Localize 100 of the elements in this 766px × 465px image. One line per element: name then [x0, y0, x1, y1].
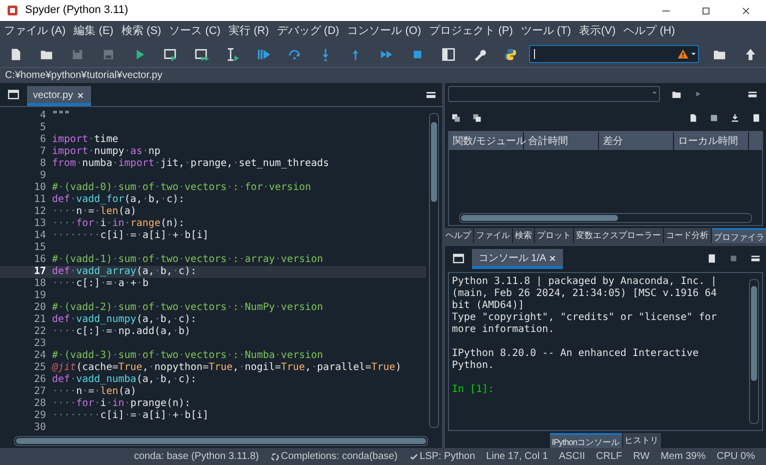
- console-text: Python 3.11.8 | packaged by Anaconda, Inc. |: [452, 276, 717, 287]
- pane-tab[interactable]: コード分析: [664, 228, 711, 243]
- console-text: (main, Feb 26 2024, 21:34:05) [MSC v.1916 64: [452, 288, 717, 299]
- line-number: 16: [32, 254, 47, 266]
- code-line: """: [52, 110, 70, 122]
- code-line: #·(vadd-2)·sum·of·two·vectors·:·NumPy·version: [52, 302, 324, 314]
- menu-item[interactable]: 表示(V): [574, 22, 620, 40]
- pane-tab[interactable]: 変数エクスプローラー: [574, 228, 664, 243]
- line-number: 6: [38, 134, 47, 146]
- line-number: 12: [32, 206, 47, 218]
- menu-item[interactable]: ソース (C): [165, 22, 225, 40]
- status-text: CPU 0%: [716, 450, 755, 464]
- console-text: bit (AMD64)]: [452, 300, 524, 311]
- line-number: 20: [32, 302, 47, 314]
- scrollbar[interactable]: [14, 436, 428, 446]
- pane-tab[interactable]: ファイル: [474, 228, 512, 243]
- line-number: 7: [38, 146, 47, 158]
- column-header[interactable]: 関数/モジュール: [449, 132, 524, 150]
- expand-icon[interactable]: [450, 113, 461, 123]
- menu-item[interactable]: ヘルプ (H): [620, 22, 679, 40]
- spinner-icon: [270, 452, 280, 462]
- menu-item[interactable]: 実行 (R): [224, 22, 273, 40]
- code-line: import·numpy·as·np: [52, 146, 160, 158]
- console-text: more information.: [452, 324, 554, 335]
- scrollbar[interactable]: [459, 213, 752, 223]
- menu-item[interactable]: デバッグ (D): [272, 22, 344, 40]
- run-cell-advance-icon[interactable]: [194, 46, 209, 62]
- column-header[interactable]: 差分: [599, 132, 674, 150]
- line-number: 8: [38, 158, 47, 170]
- status-text: Mem 39%: [660, 450, 706, 464]
- code-line: ····n·=·len(a): [52, 206, 136, 218]
- file-path: C:¥home¥python¥tutorial¥vector.py: [5, 69, 162, 83]
- pane-tab[interactable]: ヘルプ: [445, 228, 474, 243]
- line-number: 15: [32, 242, 47, 254]
- line-number: 21: [32, 314, 47, 326]
- file-icon[interactable]: [688, 113, 698, 123]
- scrollbar[interactable]: [749, 279, 760, 424]
- line-number: 18: [32, 278, 47, 290]
- menu-item[interactable]: プロジェクト (P): [425, 22, 517, 40]
- code-line: def·vadd_numpy(a,·b,·c):: [52, 314, 197, 326]
- editor-tab[interactable]: vector.py: [27, 86, 91, 106]
- code-line: ····c[:]·=·a·+·b: [52, 278, 148, 290]
- code-line: #·(vadd-0)·sum·of·two·vectors·:·for·version: [52, 182, 312, 194]
- app-icon: [6, 4, 19, 17]
- pane-tab[interactable]: プロット: [535, 228, 574, 243]
- close-icon[interactable]: [548, 254, 558, 263]
- window-icon[interactable]: [7, 88, 20, 101]
- code-line: ····c[:]·=·np.add(a,·b): [52, 326, 191, 338]
- console-text: IPython 8.20.0 -- An enhanced Interactive: [452, 348, 699, 359]
- pane-tab[interactable]: 検索: [513, 228, 534, 243]
- check-icon: [408, 452, 419, 462]
- line-number: 4: [38, 110, 47, 122]
- status-text: Completions: conda(base): [280, 450, 398, 464]
- python-logo-icon[interactable]: [503, 46, 518, 62]
- code-line: def·vadd_array(a,·b,·c):: [52, 266, 197, 278]
- maximize-button[interactable]: [700, 4, 712, 16]
- line-number: 27: [32, 386, 47, 398]
- menu-icon[interactable]: [750, 253, 760, 264]
- line-number: 24: [32, 350, 47, 362]
- column-header[interactable]: ローカル時間: [674, 132, 750, 150]
- menu-item[interactable]: コンソール (O): [343, 22, 426, 40]
- line-number: 19: [32, 290, 47, 302]
- console-text: Type "copyright", "credits" or "license" for: [452, 312, 717, 323]
- scrollbar[interactable]: [429, 113, 440, 428]
- download-icon[interactable]: [730, 113, 740, 123]
- line-number: 22: [32, 326, 47, 338]
- line-number: 13: [32, 218, 47, 230]
- status-text: CRLF: [596, 450, 622, 464]
- menu-item[interactable]: 検索 (S): [117, 22, 166, 40]
- line-number: 23: [32, 338, 47, 350]
- status-text: conda: base (Python 3.11.8): [134, 450, 259, 464]
- code-line: #·(vadd-1)·sum·of·two·vectors·:·array·version: [52, 254, 324, 266]
- line-number: 30: [32, 422, 47, 434]
- code-line: def·vadd_for(a,·b,·c):: [52, 194, 184, 206]
- code-line: #·(vadd-3)·sum·of·two·vectors·:·Numba·version: [52, 350, 324, 362]
- line-number: 28: [32, 398, 47, 410]
- line-number: 29: [32, 410, 47, 422]
- column-header[interactable]: 合計時間: [524, 132, 600, 150]
- menu-item[interactable]: ファイル (A): [0, 22, 70, 40]
- line-number: 17: [32, 266, 47, 278]
- menu-item[interactable]: ツール (T): [516, 22, 575, 40]
- pane-tab[interactable]: ヒストリ: [622, 433, 661, 448]
- console-tab[interactable]: コンソール 1/A: [472, 249, 564, 269]
- menu-icon[interactable]: [425, 89, 438, 101]
- line-number: 25: [32, 362, 47, 374]
- pane-tab[interactable]: プロファイラ: [712, 228, 766, 243]
- maximize-pane-icon[interactable]: [441, 46, 456, 62]
- close-button[interactable]: [740, 4, 752, 16]
- window-title: Spyder (Python 3.11): [25, 3, 130, 18]
- collapse-icon[interactable]: [472, 113, 482, 123]
- close-icon[interactable]: [76, 90, 85, 100]
- line-number: 14: [32, 230, 47, 242]
- menu-item[interactable]: 編集 (E): [70, 22, 118, 40]
- line-number: 10: [32, 182, 47, 194]
- status-text: ASCII: [558, 450, 586, 464]
- run-cell-icon[interactable]: [162, 46, 178, 62]
- path-field[interactable]: [528, 45, 699, 63]
- window-icon[interactable]: [452, 252, 466, 265]
- pane-tab[interactable]: IPythonコンソール: [550, 433, 622, 448]
- code-line: @jit(cache=True,·nopython=True,·nogil=True,·parallel=True): [52, 362, 402, 374]
